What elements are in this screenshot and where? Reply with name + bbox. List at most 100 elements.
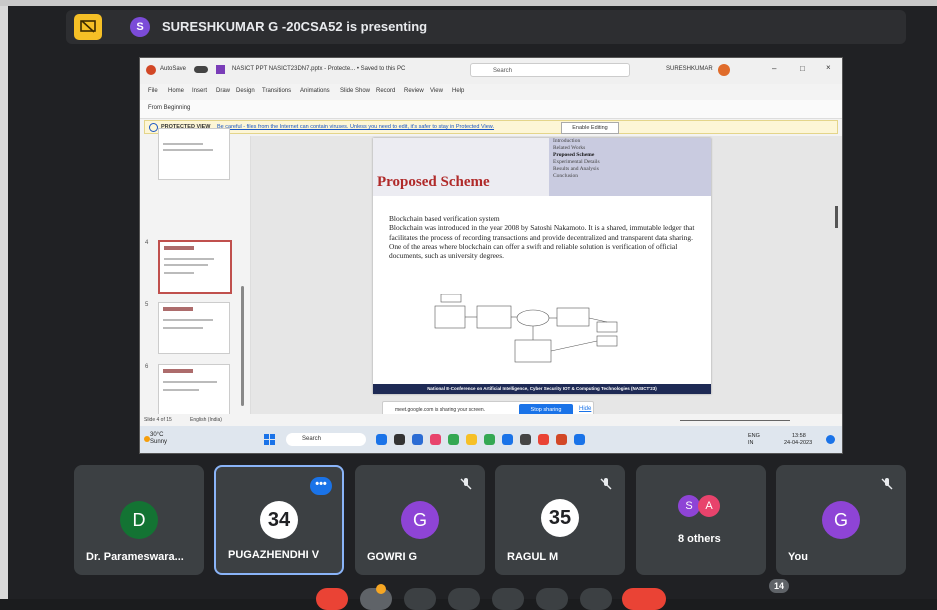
participant-avatar: 35 [541, 499, 579, 537]
captions-button[interactable] [404, 588, 436, 610]
thumbnail-scrollbar[interactable] [241, 286, 244, 406]
participant-avatar: 34 [260, 501, 298, 539]
menu-help[interactable]: Help [452, 88, 464, 94]
screen-share-off-icon [80, 20, 96, 33]
save-icon[interactable] [216, 65, 225, 74]
edge-icon[interactable] [502, 434, 513, 445]
menu-transitions[interactable]: Transitions [262, 88, 291, 94]
weather-widget[interactable]: 30°C Sunny [150, 432, 167, 446]
app-icon[interactable] [538, 434, 549, 445]
ppt-search-input[interactable]: Search [470, 63, 630, 77]
architecture-diagram [434, 294, 618, 363]
slide-thumbnail[interactable] [158, 128, 230, 180]
app-icon[interactable] [394, 434, 405, 445]
participant-tile-speaking[interactable]: ••• 34 PUGAZHENDHI V [214, 465, 344, 575]
menu-record[interactable]: Record [376, 88, 395, 94]
app-icon[interactable] [412, 434, 423, 445]
participant-name: PUGAZHENDHI V [228, 549, 320, 561]
menu-home[interactable]: Home [168, 88, 184, 94]
slide-footer: National E-Conference on Artificial Inte… [373, 384, 711, 394]
zoom-slider[interactable] [680, 420, 790, 421]
slide-body-heading: Blockchain based verification system [389, 214, 500, 223]
slide-thumbnail[interactable] [158, 364, 230, 416]
outline-item: Experimental Details [553, 159, 600, 165]
leave-call-button[interactable] [622, 588, 666, 610]
mic-toggle-button[interactable] [316, 588, 348, 610]
mic-off-icon [460, 478, 472, 490]
participant-tile-self[interactable]: G You [776, 465, 906, 575]
more-options-button[interactable]: ••• [310, 477, 332, 495]
notification-icon[interactable] [826, 435, 835, 444]
menu-draw[interactable]: Draw [216, 88, 230, 94]
autosave-label: AutoSave [160, 66, 187, 72]
user-avatar-icon[interactable] [718, 64, 730, 76]
slide-thumbnail[interactable] [158, 302, 230, 354]
present-button[interactable] [492, 588, 524, 610]
slide-outline-nav: Introduction Related Works Proposed Sche… [549, 138, 711, 196]
protected-view-message[interactable]: Be careful - files from the Internet can… [217, 124, 494, 130]
menu-insert[interactable]: Insert [192, 88, 207, 94]
mic-off-icon [600, 478, 612, 490]
participant-tile[interactable]: D Dr. Parameswara... [74, 465, 204, 575]
powerpoint-taskbar-icon[interactable] [556, 434, 567, 445]
current-slide: Introduction Related Works Proposed Sche… [373, 138, 711, 394]
editor-scrollbar[interactable] [835, 206, 838, 228]
participant-name: RAGUL M [507, 551, 559, 563]
windows-start-icon[interactable] [264, 434, 275, 445]
presenting-label: SURESHKUMAR G -20CSA52 is presenting [162, 19, 428, 34]
autosave-toggle[interactable] [194, 66, 208, 73]
app-icon[interactable] [520, 434, 531, 445]
share-notice-text: meet.google.com is sharing your screen. [395, 407, 486, 413]
info-icon [149, 123, 158, 132]
menu-design[interactable]: Design [236, 88, 255, 94]
warning-badge-icon [376, 584, 386, 594]
raise-hand-button[interactable] [536, 588, 568, 610]
slide-title: Proposed Scheme [377, 174, 490, 190]
hide-button[interactable]: Hide [579, 406, 591, 412]
outline-item: Results and Analysis [553, 166, 599, 172]
participant-tile[interactable]: G GOWRI G [355, 465, 485, 575]
enable-editing-button[interactable]: Enable Editing [561, 122, 619, 134]
file-explorer-icon[interactable] [466, 434, 477, 445]
maximize-button[interactable]: □ [800, 64, 805, 73]
app-icon[interactable] [430, 434, 441, 445]
clock-time: 13:58 [792, 433, 806, 439]
participant-tile[interactable]: 35 RAGUL M [495, 465, 625, 575]
close-button[interactable]: × [826, 63, 831, 72]
more-options-control[interactable] [580, 588, 612, 610]
chrome-icon[interactable] [448, 434, 459, 445]
reactions-button[interactable] [448, 588, 480, 610]
menu-review[interactable]: Review [404, 88, 424, 94]
taskbar-search[interactable]: Search [286, 433, 366, 446]
participant-count-badge: 14 [769, 579, 789, 593]
ppt-titlebar: AutoSave NASICT PPT NASICT23DN7.pptx - P… [140, 58, 842, 84]
app-icon[interactable] [376, 434, 387, 445]
app-icon[interactable] [484, 434, 495, 445]
clock-date: 24-04-2023 [784, 440, 813, 446]
participant-avatar: G [822, 501, 860, 539]
slide-editor: Introduction Related Works Proposed Sche… [251, 136, 842, 414]
app-icon[interactable] [574, 434, 585, 445]
mic-off-icon [881, 478, 893, 490]
menu-animations[interactable]: Animations [300, 88, 330, 94]
presenter-avatar: S [130, 17, 150, 37]
slide-counter: Slide 4 of 15 [144, 417, 172, 423]
left-gutter [0, 6, 8, 599]
user-name: SURESHKUMAR [666, 66, 713, 72]
others-count: 8 others [678, 533, 721, 545]
slide-number: 6 [145, 364, 149, 370]
ppt-ribbon: From Beginning [140, 100, 842, 119]
slide-thumbnail-selected[interactable] [158, 240, 232, 294]
menu-file[interactable]: File [148, 88, 158, 94]
slide-body: Blockchain based verification system Blo… [389, 214, 701, 260]
participant-tile-others[interactable]: S A 8 others [636, 465, 766, 575]
from-beginning-button[interactable]: From Beginning [148, 105, 190, 111]
outline-item: Introduction [553, 138, 581, 144]
menu-slideshow[interactable]: Slide Show [340, 88, 370, 94]
present-screen-icon[interactable] [74, 14, 102, 40]
slide-number: 4 [145, 240, 149, 246]
participant-avatar: A [698, 495, 720, 517]
minimize-button[interactable]: – [772, 64, 776, 73]
weather-temp: 30°C [150, 432, 164, 438]
menu-view[interactable]: View [430, 88, 443, 94]
